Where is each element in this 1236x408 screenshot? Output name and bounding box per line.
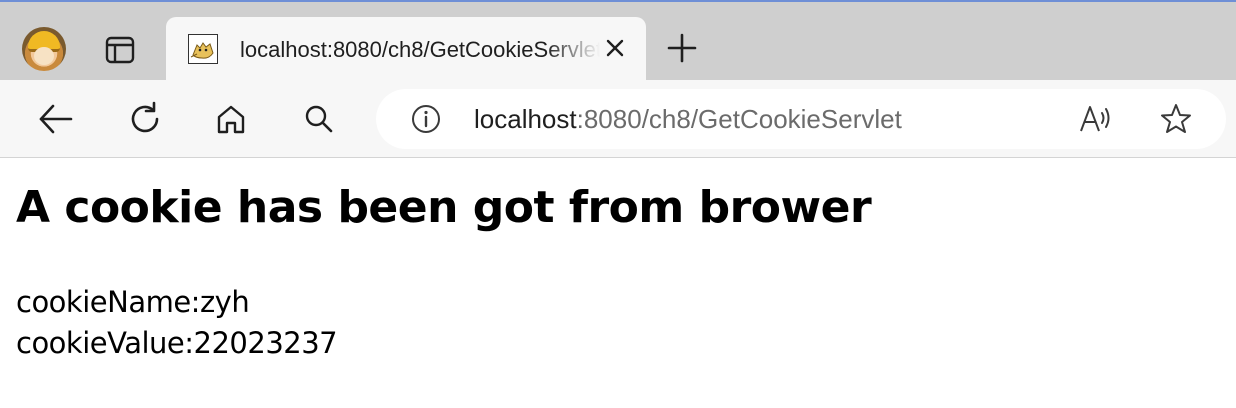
back-arrow-icon bbox=[37, 103, 73, 135]
refresh-button[interactable] bbox=[124, 98, 166, 140]
star-icon bbox=[1159, 102, 1193, 136]
close-icon bbox=[605, 38, 625, 58]
info-icon bbox=[410, 103, 442, 135]
tomcat-icon bbox=[188, 34, 218, 64]
home-button[interactable] bbox=[210, 98, 252, 140]
url-host: localhost bbox=[474, 104, 577, 134]
refresh-icon bbox=[127, 101, 163, 137]
url-path: :8080/ch8/GetCookieServlet bbox=[576, 104, 902, 134]
favorite-button[interactable] bbox=[1156, 101, 1196, 137]
new-tab-button[interactable] bbox=[662, 28, 702, 68]
cookie-value-line: cookieValue:22023237 bbox=[16, 326, 338, 360]
search-icon bbox=[303, 103, 335, 135]
tab-actions-button[interactable] bbox=[98, 30, 142, 70]
back-button[interactable] bbox=[34, 98, 76, 140]
window-top-border bbox=[0, 0, 1236, 2]
profile-avatar[interactable] bbox=[22, 27, 66, 71]
tab-strip: localhost:8080/ch8/GetCookieServlet bbox=[0, 0, 1236, 80]
avatar-face bbox=[34, 47, 54, 65]
page-content: A cookie has been got from brower cookie… bbox=[0, 158, 1236, 408]
address-bar[interactable]: localhost:8080/ch8/GetCookieServlet bbox=[376, 89, 1226, 149]
read-aloud-button[interactable] bbox=[1076, 101, 1116, 137]
read-aloud-icon bbox=[1079, 104, 1113, 134]
tab-close-button[interactable] bbox=[602, 35, 628, 61]
site-info-button[interactable] bbox=[410, 103, 442, 135]
page-heading: A cookie has been got from brower bbox=[16, 182, 872, 233]
tab-title: localhost:8080/ch8/GetCookieServlet bbox=[240, 37, 600, 62]
cookie-name-line: cookieName:zyh bbox=[16, 285, 250, 319]
tab-actions-icon bbox=[105, 36, 135, 64]
browser-tab-active[interactable]: localhost:8080/ch8/GetCookieServlet bbox=[166, 17, 646, 80]
home-icon bbox=[214, 102, 248, 136]
plus-icon bbox=[667, 33, 697, 63]
url-text[interactable]: localhost:8080/ch8/GetCookieServlet bbox=[474, 103, 902, 135]
search-button[interactable] bbox=[298, 98, 340, 140]
navigation-toolbar: localhost:8080/ch8/GetCookieServlet bbox=[0, 80, 1236, 158]
